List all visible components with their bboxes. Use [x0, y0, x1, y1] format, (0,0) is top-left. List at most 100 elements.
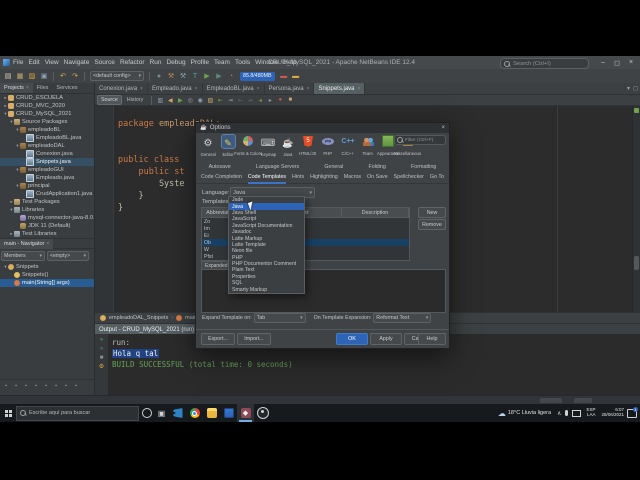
task-view-button[interactable]: ▣ — [154, 404, 169, 422]
ok-button[interactable]: OK — [336, 333, 368, 345]
options-category-php[interactable]: php PHP — [318, 133, 338, 160]
tab-folding[interactable]: Folding — [368, 164, 385, 170]
start-button[interactable] — [0, 404, 16, 422]
tree-item-libraries[interactable]: ▾ Libraries — [0, 206, 94, 214]
options-category-team[interactable]: Team — [358, 133, 378, 160]
memory-indicator[interactable]: 85.8/480MB — [240, 71, 275, 81]
menu-refactor[interactable]: Refactor — [120, 59, 145, 66]
tab-projects[interactable]: Projects × — [0, 83, 33, 93]
new-file-icon[interactable]: ▤ — [4, 72, 13, 81]
tree-item-snippets[interactable]: ▾ Snippets — [0, 263, 94, 271]
options-category-fonts-colors[interactable]: Fonts & Colors — [234, 133, 262, 160]
tree-item-crudapplication1-java[interactable]: CrudApplication1.java — [0, 190, 94, 198]
rerun-icon[interactable]: » — [100, 337, 103, 343]
ant-settings-icon[interactable]: ⚙ — [99, 364, 104, 370]
database-red-icon[interactable]: ▬ — [279, 72, 288, 81]
options-category-html-js[interactable]: 5 HTML/JS — [298, 133, 318, 160]
stop-macro-icon[interactable]: ■ — [286, 96, 294, 104]
forward-icon[interactable]: ▶ — [176, 96, 184, 104]
history-view-button[interactable]: History — [127, 97, 143, 103]
menu-debug[interactable]: Debug — [166, 59, 185, 66]
debug-project-icon[interactable]: ▶ — [215, 72, 224, 81]
tab-spellchecker[interactable]: Spellchecker — [394, 171, 424, 184]
menu-edit[interactable]: Edit — [28, 59, 39, 66]
menu-profile[interactable]: Profile — [191, 59, 209, 66]
editor-tab-snippets.java[interactable]: Snippets.java × — [314, 83, 366, 94]
scrollbar-segment[interactable] — [540, 398, 562, 403]
stop-icon[interactable]: ■ — [100, 355, 104, 361]
database-yellow-icon[interactable]: ▬ — [291, 72, 300, 81]
comment-icon[interactable]: ← — [236, 96, 244, 104]
editor-tab-conexion.java[interactable]: Conexion.java × — [95, 83, 148, 94]
tab-highlighting[interactable]: Highlighting — [310, 171, 338, 184]
scrollbar-thumb[interactable] — [634, 256, 639, 270]
tab-navigator[interactable]: main - Navigator × — [0, 238, 54, 249]
chrome-taskbar-icon[interactable] — [186, 404, 203, 422]
netbeans-taskbar-icon[interactable]: ◆ — [237, 404, 254, 422]
tree-item-empleado-java[interactable]: Empleado.java — [0, 174, 94, 182]
static-filter-icon[interactable]: ▪ — [23, 383, 29, 389]
source-view-button[interactable]: Source — [97, 95, 122, 105]
last-edit-icon[interactable]: ▥ — [156, 96, 164, 104]
editor-tab-empleadobl.java[interactable]: EmpleadoBL.java × — [203, 83, 265, 94]
navigator-filter-select[interactable]: <empty> ▾ — [47, 251, 89, 261]
menu-view[interactable]: View — [45, 59, 59, 66]
tree-item-crud-mvc-2020[interactable]: ▸ CRUD_MVC_2020 — [0, 102, 94, 110]
scrollbar-segment[interactable] — [574, 398, 592, 403]
tab-go-to[interactable]: Go To — [430, 171, 444, 184]
display-icon[interactable] — [572, 409, 582, 417]
cortana-button[interactable] — [139, 404, 154, 422]
export-button[interactable]: Export... — [201, 333, 235, 345]
weather-text[interactable]: 18°C Lluvia ligera — [508, 410, 551, 416]
build-project-icon[interactable]: ⚒ — [167, 72, 176, 81]
obs-taskbar-icon[interactable] — [254, 404, 271, 422]
menu-file[interactable]: File — [13, 59, 23, 66]
save-all-icon[interactable]: ▣ — [40, 72, 49, 81]
shift-left-icon[interactable]: ◂ — [256, 96, 264, 104]
tree-item-snippets-[interactable]: Snippets() — [0, 271, 94, 279]
maximize-editor-icon[interactable]: ◻ — [633, 85, 638, 92]
menu-run[interactable]: Run — [150, 59, 162, 66]
menu-tools[interactable]: Tools — [235, 59, 250, 66]
tab-macros[interactable]: Macros — [344, 171, 361, 184]
editor-tab-persona.java[interactable]: Persona.java × — [265, 83, 315, 94]
new-project-icon[interactable]: ▦ — [16, 72, 25, 81]
ide-log-icon[interactable]: ● — [155, 72, 164, 81]
apply-button[interactable]: Apply — [370, 333, 402, 345]
tree-item-jdk-11-default-[interactable]: JDK 11 (Default) — [0, 222, 94, 230]
tab-code-completion[interactable]: Code Completion — [201, 171, 242, 184]
tree-item-empleadogui[interactable]: ▾ empleadoGUI — [0, 166, 94, 174]
language-option-javascript-documentation[interactable]: JavaScript Documentation — [229, 223, 304, 229]
next-bookmark-icon[interactable]: ⇥ — [226, 96, 234, 104]
public-filter-icon[interactable]: ▪ — [33, 383, 39, 389]
tree-item-source-packages[interactable]: ▾ Source Packages — [0, 118, 94, 126]
tab-formatting[interactable]: Formatting — [411, 164, 436, 170]
close-icon[interactable]: × — [624, 59, 638, 66]
tab-language-servers[interactable]: Language Servers — [256, 164, 299, 170]
menu-team[interactable]: Team — [214, 59, 230, 66]
breadcrumb-item[interactable]: empleadoDAL_Snippets — [109, 315, 168, 321]
close-icon[interactable]: × — [46, 241, 49, 247]
error-stripe[interactable] — [632, 106, 640, 312]
tab-files[interactable]: Files — [33, 83, 53, 93]
find-occurrence-icon[interactable]: ◉ — [196, 96, 204, 104]
find-selection-icon[interactable]: ◎ — [186, 96, 194, 104]
run-project-icon[interactable]: ▶ — [203, 72, 212, 81]
options-category-c-c-[interactable]: C++ C/C++ — [338, 133, 358, 160]
tab-hints[interactable]: Hints — [292, 171, 304, 184]
language-dropdown-list[interactable]: Jade Java Java Shell JavaScript JavaScript D… — [228, 196, 305, 294]
config-select[interactable]: <default config> ▾ — [90, 71, 144, 81]
ide-search-box[interactable]: Search (Ctrl+I) — [500, 58, 589, 69]
shift-right-icon[interactable]: ▸ — [266, 96, 274, 104]
notification-center-icon[interactable] — [627, 406, 638, 418]
menu-navigate[interactable]: Navigate — [64, 59, 90, 66]
inherited-filter-icon[interactable]: ▪ — [3, 383, 9, 389]
tree-item-empleadobl-java[interactable]: EmpleadoBL.java — [0, 134, 94, 142]
keyboard-layout[interactable]: ESP LAA — [586, 407, 595, 418]
taskbar-search[interactable]: Escribe aquí para buscar — [16, 405, 139, 421]
options-category-general[interactable]: General — [198, 133, 218, 160]
explorer-taskbar-icon[interactable] — [203, 404, 220, 422]
tree-item-test-libraries[interactable]: ▸ Test Libraries — [0, 230, 94, 238]
set-configuration-icon[interactable]: T — [191, 72, 200, 81]
fields-filter-icon[interactable]: ▪ — [13, 383, 19, 389]
